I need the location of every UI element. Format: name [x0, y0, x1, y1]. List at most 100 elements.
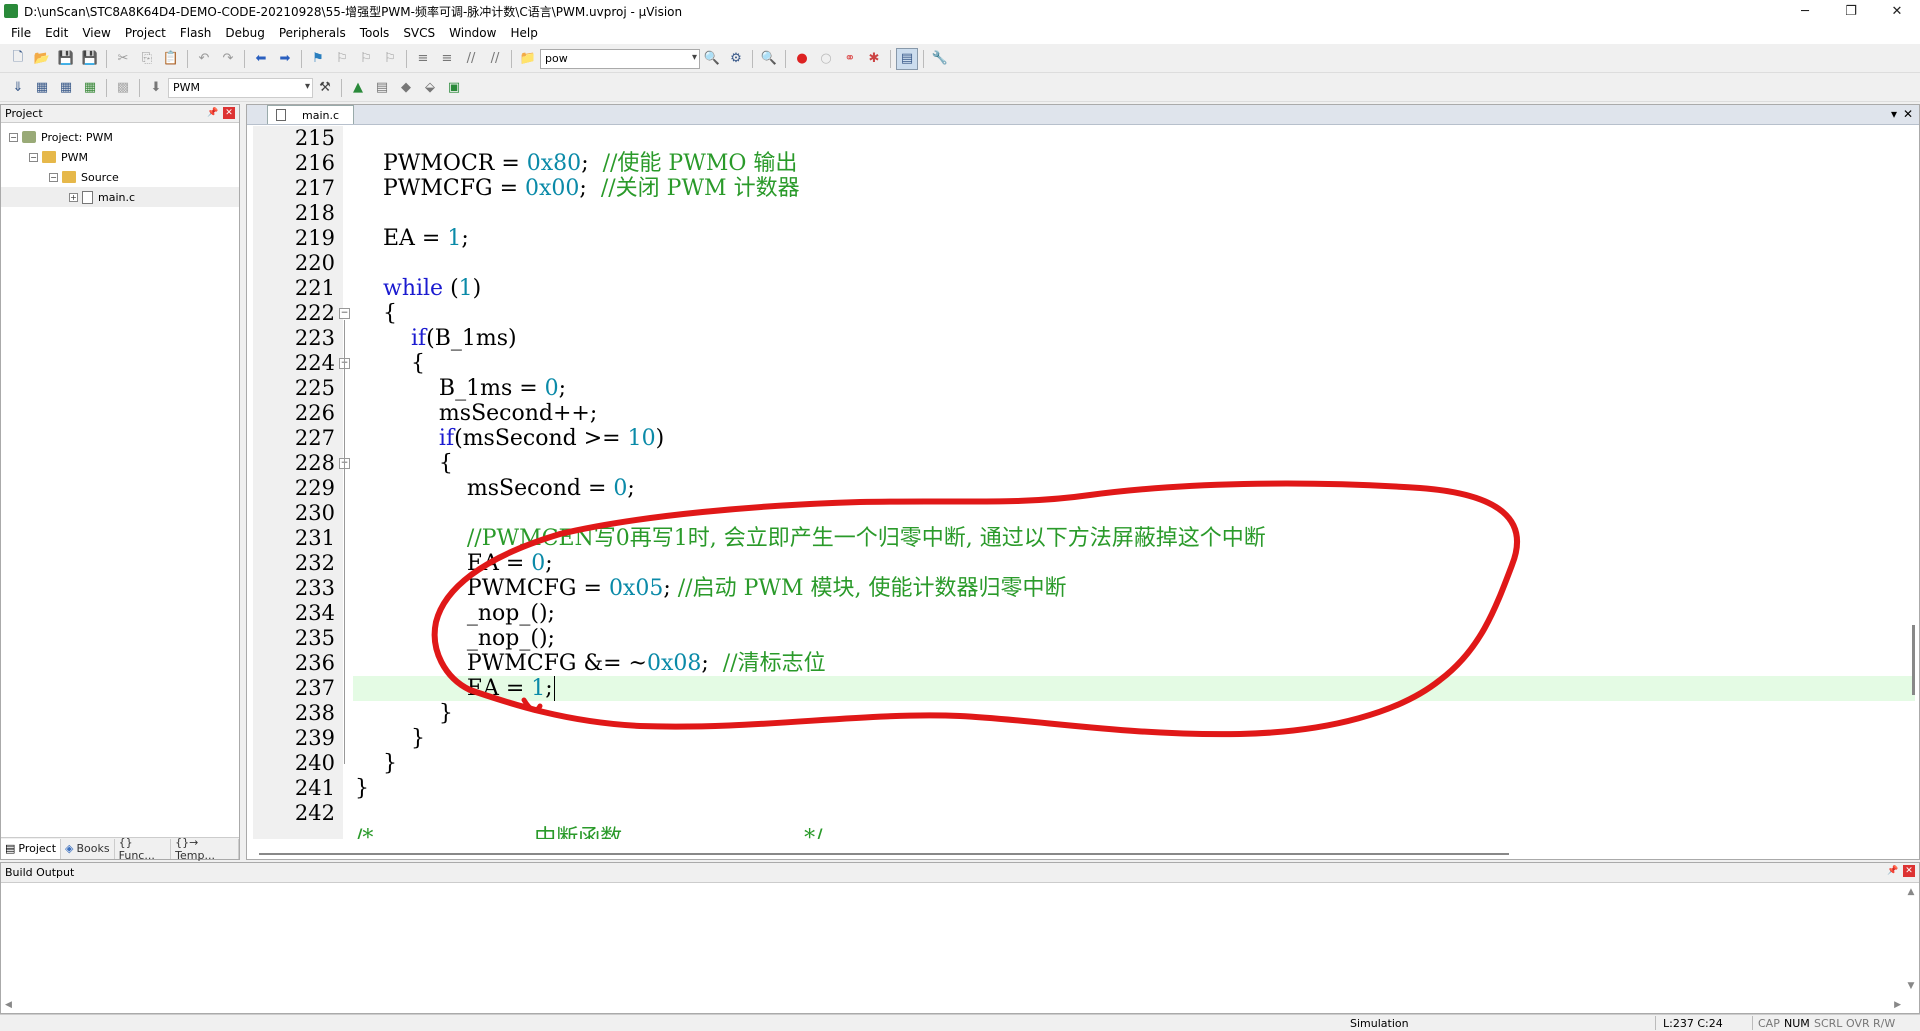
- horizontal-scrollbar[interactable]: [259, 853, 1509, 855]
- breakpoint-icon[interactable]: ●: [791, 48, 813, 70]
- code-line[interactable]: 219 EA = 1;: [247, 226, 1915, 251]
- nav-back-icon[interactable]: ⬅: [250, 48, 272, 70]
- nav-forward-icon[interactable]: ➡: [274, 48, 296, 70]
- code-line[interactable]: 228− {: [247, 451, 1915, 476]
- bookmark-clear-icon[interactable]: ⚐: [379, 48, 401, 70]
- menu-view[interactable]: View: [75, 26, 117, 40]
- code-line[interactable]: 230: [247, 501, 1915, 526]
- code-line[interactable]: 221 while (1): [247, 276, 1915, 301]
- debug-session-icon[interactable]: 🔍: [758, 48, 780, 70]
- pin-icon[interactable]: 📌: [207, 107, 219, 119]
- code-line[interactable]: 222− {: [247, 301, 1915, 326]
- menu-flash[interactable]: Flash: [173, 26, 218, 40]
- redo-icon[interactable]: ↷: [217, 48, 239, 70]
- code-line[interactable]: 233 PWMCFG = 0x05; //启动 PWM 模块, 使能计数器归零中…: [247, 576, 1915, 601]
- code-line[interactable]: 215: [247, 126, 1915, 151]
- collapse-icon[interactable]: −: [29, 152, 38, 162]
- tree-node-project[interactable]: − Project: PWM: [1, 127, 239, 147]
- breakpoint-disable-all-icon[interactable]: ⚭: [839, 48, 861, 70]
- software-packs-icon[interactable]: ▣: [443, 77, 465, 99]
- breakpoint-kill-all-icon[interactable]: ✱: [863, 48, 885, 70]
- rebuild-icon[interactable]: ▦: [55, 77, 77, 99]
- find-in-files-icon[interactable]: 📁: [517, 48, 539, 70]
- comment-icon[interactable]: //: [460, 48, 482, 70]
- menu-help[interactable]: Help: [503, 26, 544, 40]
- code-line[interactable]: 226 msSecond++;: [247, 401, 1915, 426]
- paste-icon[interactable]: 📋: [160, 48, 182, 70]
- code-line[interactable]: 236 PWMCFG &= ~0x08; //清标志位: [247, 651, 1915, 676]
- window-layout-icon[interactable]: ▤: [896, 47, 918, 70]
- bookmark-prev-icon[interactable]: ⚐: [331, 48, 353, 70]
- open-folder-icon[interactable]: 📂: [31, 48, 53, 70]
- download-icon[interactable]: ⬇: [145, 77, 167, 99]
- pack-installer-icon[interactable]: ⬙: [419, 77, 441, 99]
- menu-project[interactable]: Project: [118, 26, 173, 40]
- stop-build-icon[interactable]: ▩: [112, 77, 134, 99]
- copy-icon[interactable]: ⎘: [136, 48, 158, 70]
- code-line[interactable]: 224− {: [247, 351, 1915, 376]
- code-line[interactable]: 242: [247, 801, 1915, 826]
- collapse-icon[interactable]: −: [9, 132, 18, 142]
- expand-icon[interactable]: +: [69, 192, 78, 202]
- code-line[interactable]: 238 }: [247, 701, 1915, 726]
- code-area[interactable]: 215 216 PWMOCR = 0x80; //使能 PWMO 输出 217 PW…: [247, 126, 1920, 839]
- undo-icon[interactable]: ↶: [193, 48, 215, 70]
- build-output-vscroll[interactable]: ▲ ▼: [1903, 883, 1919, 995]
- fold-collapse-icon[interactable]: −: [339, 308, 350, 319]
- close-tab-icon[interactable]: ✕: [1903, 107, 1913, 121]
- bookmark-toggle-icon[interactable]: ⚑: [307, 48, 329, 70]
- code-line[interactable]: 229 msSecond = 0;: [247, 476, 1915, 501]
- tree-node-source-group[interactable]: − Source: [1, 167, 239, 187]
- code-line[interactable]: 227 if(msSecond >= 10): [247, 426, 1915, 451]
- code-line[interactable]: 231 //PWMCEN写0再写1时, 会立即产生一个归零中断, 通过以下方法屏…: [247, 526, 1915, 551]
- close-window-button[interactable]: ✕: [1874, 0, 1920, 22]
- code-line[interactable]: 216 PWMOCR = 0x80; //使能 PWMO 输出: [247, 151, 1915, 176]
- replace-icon[interactable]: ⚙: [725, 48, 747, 70]
- configure-wrench-icon[interactable]: 🔧: [929, 48, 951, 70]
- uncomment-icon[interactable]: //: [484, 48, 506, 70]
- code-line[interactable]: 234 _nop_();: [247, 601, 1915, 626]
- translate-icon[interactable]: ⇓: [7, 77, 29, 99]
- tab-functions[interactable]: {} Func...: [115, 836, 172, 862]
- cut-icon[interactable]: ✂: [112, 48, 134, 70]
- close-icon[interactable]: ✕: [223, 107, 235, 119]
- menu-window[interactable]: Window: [442, 26, 503, 40]
- menu-edit[interactable]: Edit: [38, 26, 75, 40]
- code-line[interactable]: 223 if(B_1ms): [247, 326, 1915, 351]
- code-line[interactable]: 225 B_1ms = 0;: [247, 376, 1915, 401]
- manage-rte-icon[interactable]: ▤: [371, 77, 393, 99]
- menu-svcs[interactable]: SVCS: [396, 26, 442, 40]
- code-line[interactable]: 239 }: [247, 726, 1915, 751]
- tab-main-c[interactable]: main.c: [267, 105, 355, 124]
- target-combo[interactable]: PWM ▾: [168, 77, 313, 98]
- maximize-button[interactable]: ❐: [1828, 0, 1874, 22]
- find-icon[interactable]: 🔍: [701, 48, 723, 70]
- target-options-icon[interactable]: ⚒: [314, 77, 336, 99]
- code-line[interactable]: 220: [247, 251, 1915, 276]
- new-file-icon[interactable]: 🗋: [7, 48, 29, 70]
- indent-icon[interactable]: ≡: [412, 48, 434, 70]
- unindent-icon[interactable]: ≡: [436, 48, 458, 70]
- minimize-button[interactable]: ─: [1782, 0, 1828, 22]
- tree-node-main-c[interactable]: + main.c: [1, 187, 239, 207]
- tab-list-chevron-icon[interactable]: ▾: [1891, 107, 1897, 121]
- build-output-hscroll[interactable]: ◀ ▶: [1, 997, 1905, 1013]
- tree-node-target[interactable]: − PWM: [1, 147, 239, 167]
- tab-project[interactable]: ▤ Project: [1, 838, 62, 859]
- bookmark-next-icon[interactable]: ⚐: [355, 48, 377, 70]
- menu-peripherals[interactable]: Peripherals: [272, 26, 353, 40]
- find-combo[interactable]: pow ▾: [540, 48, 700, 69]
- menu-debug[interactable]: Debug: [218, 26, 271, 40]
- collapse-icon[interactable]: −: [49, 172, 58, 182]
- code-line[interactable]: 218: [247, 201, 1915, 226]
- tab-templates[interactable]: {}→ Temp...: [171, 836, 239, 862]
- vertical-scrollbar[interactable]: [1912, 625, 1915, 695]
- save-all-icon[interactable]: 💾: [79, 48, 101, 70]
- tab-books[interactable]: ◈ Books: [61, 838, 115, 859]
- close-icon[interactable]: ✕: [1903, 865, 1915, 877]
- code-line[interactable]: 232 EA = 0;: [247, 551, 1915, 576]
- save-icon[interactable]: 💾: [55, 48, 77, 70]
- menu-file[interactable]: File: [4, 26, 38, 40]
- batch-build-icon[interactable]: ▦: [79, 77, 101, 99]
- code-line[interactable]: 235 _nop_();: [247, 626, 1915, 651]
